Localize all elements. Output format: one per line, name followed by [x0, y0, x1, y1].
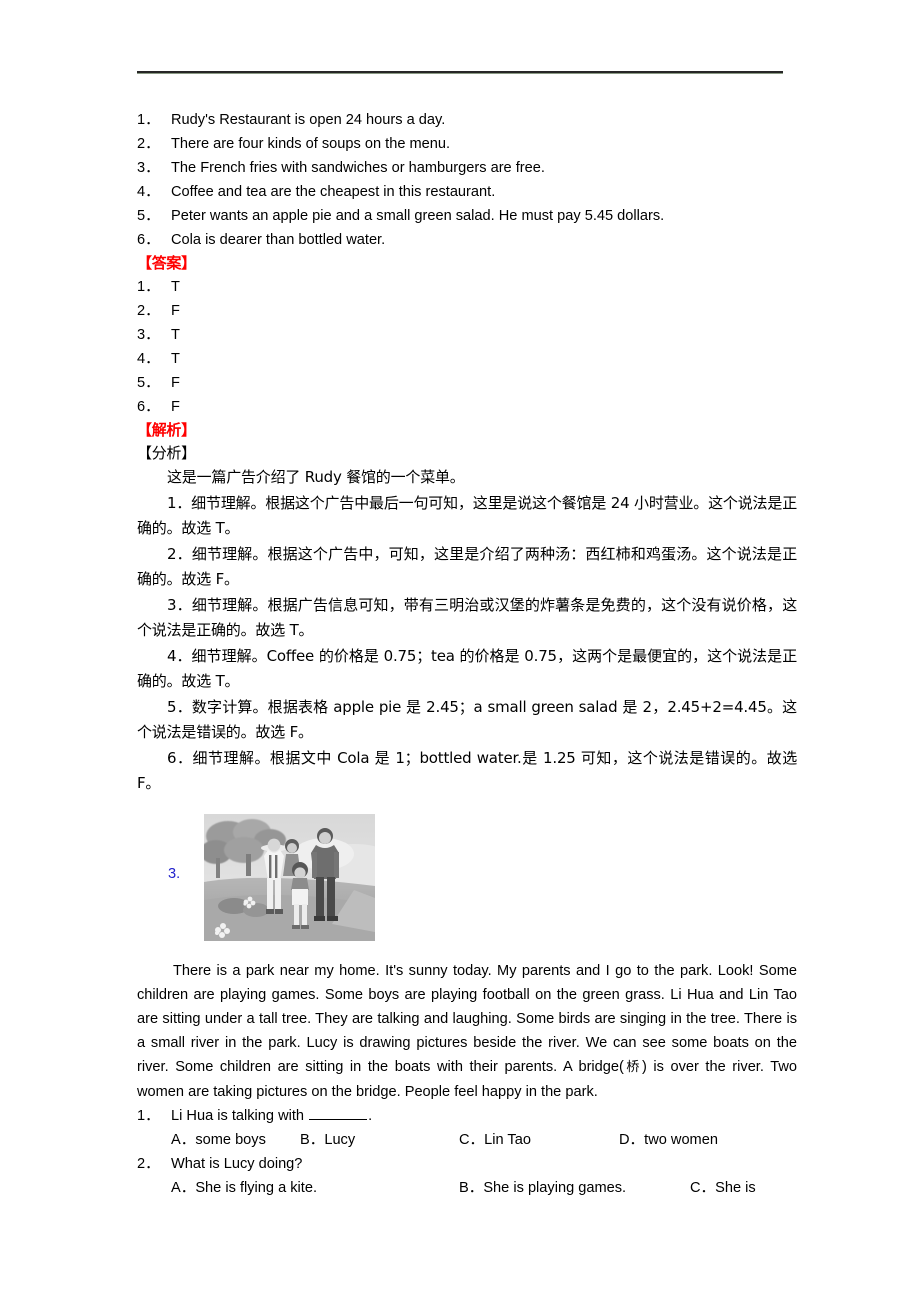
- explanation-heading: 【解析】: [137, 421, 196, 439]
- option-text: two women: [644, 1131, 718, 1148]
- answer-value: T: [171, 279, 180, 295]
- figure-block: 3.: [137, 813, 797, 954]
- list-item-text: Cola is dearer than bottled water.: [171, 232, 386, 248]
- list-item: 3． The French fries with sandwiches or h…: [137, 156, 797, 180]
- list-item-number: 1．: [137, 112, 160, 128]
- list-item-text: Coffee and tea are the cheapest in this …: [171, 184, 496, 200]
- list-item: 5． Peter wants an apple pie and a small …: [137, 204, 797, 228]
- passage-gloss-cn: 桥: [623, 1059, 642, 1075]
- list-item: 4． Coffee and tea are the cheapest in th…: [137, 180, 797, 204]
- option-label: B．: [300, 1131, 325, 1148]
- option-text: She is playing games.: [483, 1179, 627, 1196]
- option-label: A．: [171, 1179, 196, 1196]
- list-item-text: There are four kinds of soups on the men…: [171, 136, 451, 152]
- question-stem: 1． Li Hua is talking with .: [137, 1104, 797, 1128]
- option-b[interactable]: B．Lucy: [300, 1128, 355, 1152]
- option-label: B．: [459, 1179, 484, 1196]
- header-divider: [137, 71, 783, 74]
- park-family-illustration: [204, 813, 375, 941]
- list-item-number: 5．: [137, 208, 160, 224]
- explanation-item: 3．细节理解。根据广告信息可知，带有三明治或汉堡的炸薯条是免费的，这个没有说价格…: [137, 595, 797, 640]
- list-item-number: 6．: [137, 399, 160, 415]
- list-item: 1． Rudy's Restaurant is open 24 hours a …: [137, 108, 797, 132]
- answer-value: F: [171, 375, 180, 391]
- option-a[interactable]: A．some boys: [171, 1128, 266, 1152]
- explanation-item: 5．数字计算。根据表格 apple pie 是 2.45；a small gre…: [137, 697, 797, 742]
- option-b[interactable]: B．She is playing games.: [459, 1176, 626, 1200]
- option-label: D．: [619, 1131, 645, 1148]
- question-number: 1．: [137, 1107, 160, 1124]
- answer-blank[interactable]: [309, 1107, 368, 1120]
- option-c[interactable]: C．She is: [690, 1176, 756, 1200]
- question-text: What is Lucy doing?: [171, 1155, 303, 1172]
- explanation-item: 1．细节理解。根据这个广告中最后一句可知，这里是说这个餐馆是 24 小时营业。这…: [137, 493, 797, 538]
- list-item-text: Rudy's Restaurant is open 24 hours a day…: [171, 112, 446, 128]
- question-text-tail: .: [368, 1107, 373, 1124]
- list-item-number: 3．: [137, 327, 160, 343]
- list-item-text: Peter wants an apple pie and a small gre…: [171, 208, 665, 224]
- list-item-number: 2．: [137, 303, 160, 319]
- list-item-number: 5．: [137, 375, 160, 391]
- option-a[interactable]: A．She is flying a kite.: [171, 1176, 317, 1200]
- option-text: some boys: [195, 1131, 266, 1148]
- list-item: 3． T: [137, 323, 797, 347]
- list-item: 6． F: [137, 395, 797, 419]
- explanation-item: 6．细节理解。根据文中 Cola 是 1；bottled water.是 1.2…: [137, 748, 797, 793]
- question-stem: 2． What is Lucy doing?: [137, 1152, 797, 1176]
- answer-value: F: [171, 303, 180, 319]
- answer-value: T: [171, 351, 180, 367]
- option-d[interactable]: D．two women: [619, 1128, 718, 1152]
- analysis-heading: 【分析】: [137, 444, 196, 462]
- analysis-intro: 这是一篇广告介绍了 Rudy 餐馆的一个菜单。: [167, 468, 465, 486]
- reading-passage: There is a park near my home. It's sunny…: [137, 954, 797, 1104]
- figure-number: 3.: [168, 865, 181, 882]
- question-text: Li Hua is talking with: [171, 1107, 309, 1124]
- option-text: Lin Tao: [484, 1131, 531, 1148]
- list-item: 2． There are four kinds of soups on the …: [137, 132, 797, 156]
- list-item: 4． T: [137, 347, 797, 371]
- list-item: 2． F: [137, 299, 797, 323]
- option-label: A．: [171, 1131, 196, 1148]
- answer-heading: 【答案】: [137, 254, 196, 272]
- option-c[interactable]: C．Lin Tao: [459, 1128, 531, 1152]
- list-item: 5． F: [137, 371, 797, 395]
- option-text: Lucy: [324, 1131, 356, 1148]
- list-item-number: 6．: [137, 232, 160, 248]
- document-page: 1． Rudy's Restaurant is open 24 hours a …: [0, 0, 920, 1302]
- option-text: She is flying a kite.: [195, 1179, 318, 1196]
- option-text: She is: [715, 1179, 756, 1196]
- answer-value: T: [171, 327, 180, 343]
- option-label: C．: [690, 1179, 716, 1196]
- option-label: C．: [459, 1131, 485, 1148]
- explanation-item: 2．细节理解。根据这个广告中，可知，这里是介绍了两种汤：西红柿和鸡蛋汤。这个说法…: [137, 544, 797, 589]
- list-item-number: 3．: [137, 160, 160, 176]
- document-content: 1． Rudy's Restaurant is open 24 hours a …: [137, 108, 797, 1200]
- list-item-number: 1．: [137, 279, 160, 295]
- statement-list: 1． Rudy's Restaurant is open 24 hours a …: [137, 108, 797, 252]
- list-item-text: The French fries with sandwiches or hamb…: [171, 160, 545, 176]
- option-row: A．some boys B．Lucy C．Lin Tao D．two women: [137, 1128, 797, 1152]
- list-item: 6． Cola is dearer than bottled water.: [137, 228, 797, 252]
- question-number: 2．: [137, 1155, 160, 1172]
- list-item-number: 4．: [137, 184, 160, 200]
- explanation-item: 4．细节理解。Coffee 的价格是 0.75；tea 的价格是 0.75，这两…: [137, 646, 797, 691]
- list-item-number: 4．: [137, 351, 160, 367]
- option-row: A．She is flying a kite. B．She is playing…: [137, 1176, 797, 1200]
- answer-list: 1． T 2． F 3． T 4． T 5． F 6． F: [137, 275, 797, 419]
- list-item: 1． T: [137, 275, 797, 299]
- list-item-number: 2．: [137, 136, 160, 152]
- answer-value: F: [171, 399, 180, 415]
